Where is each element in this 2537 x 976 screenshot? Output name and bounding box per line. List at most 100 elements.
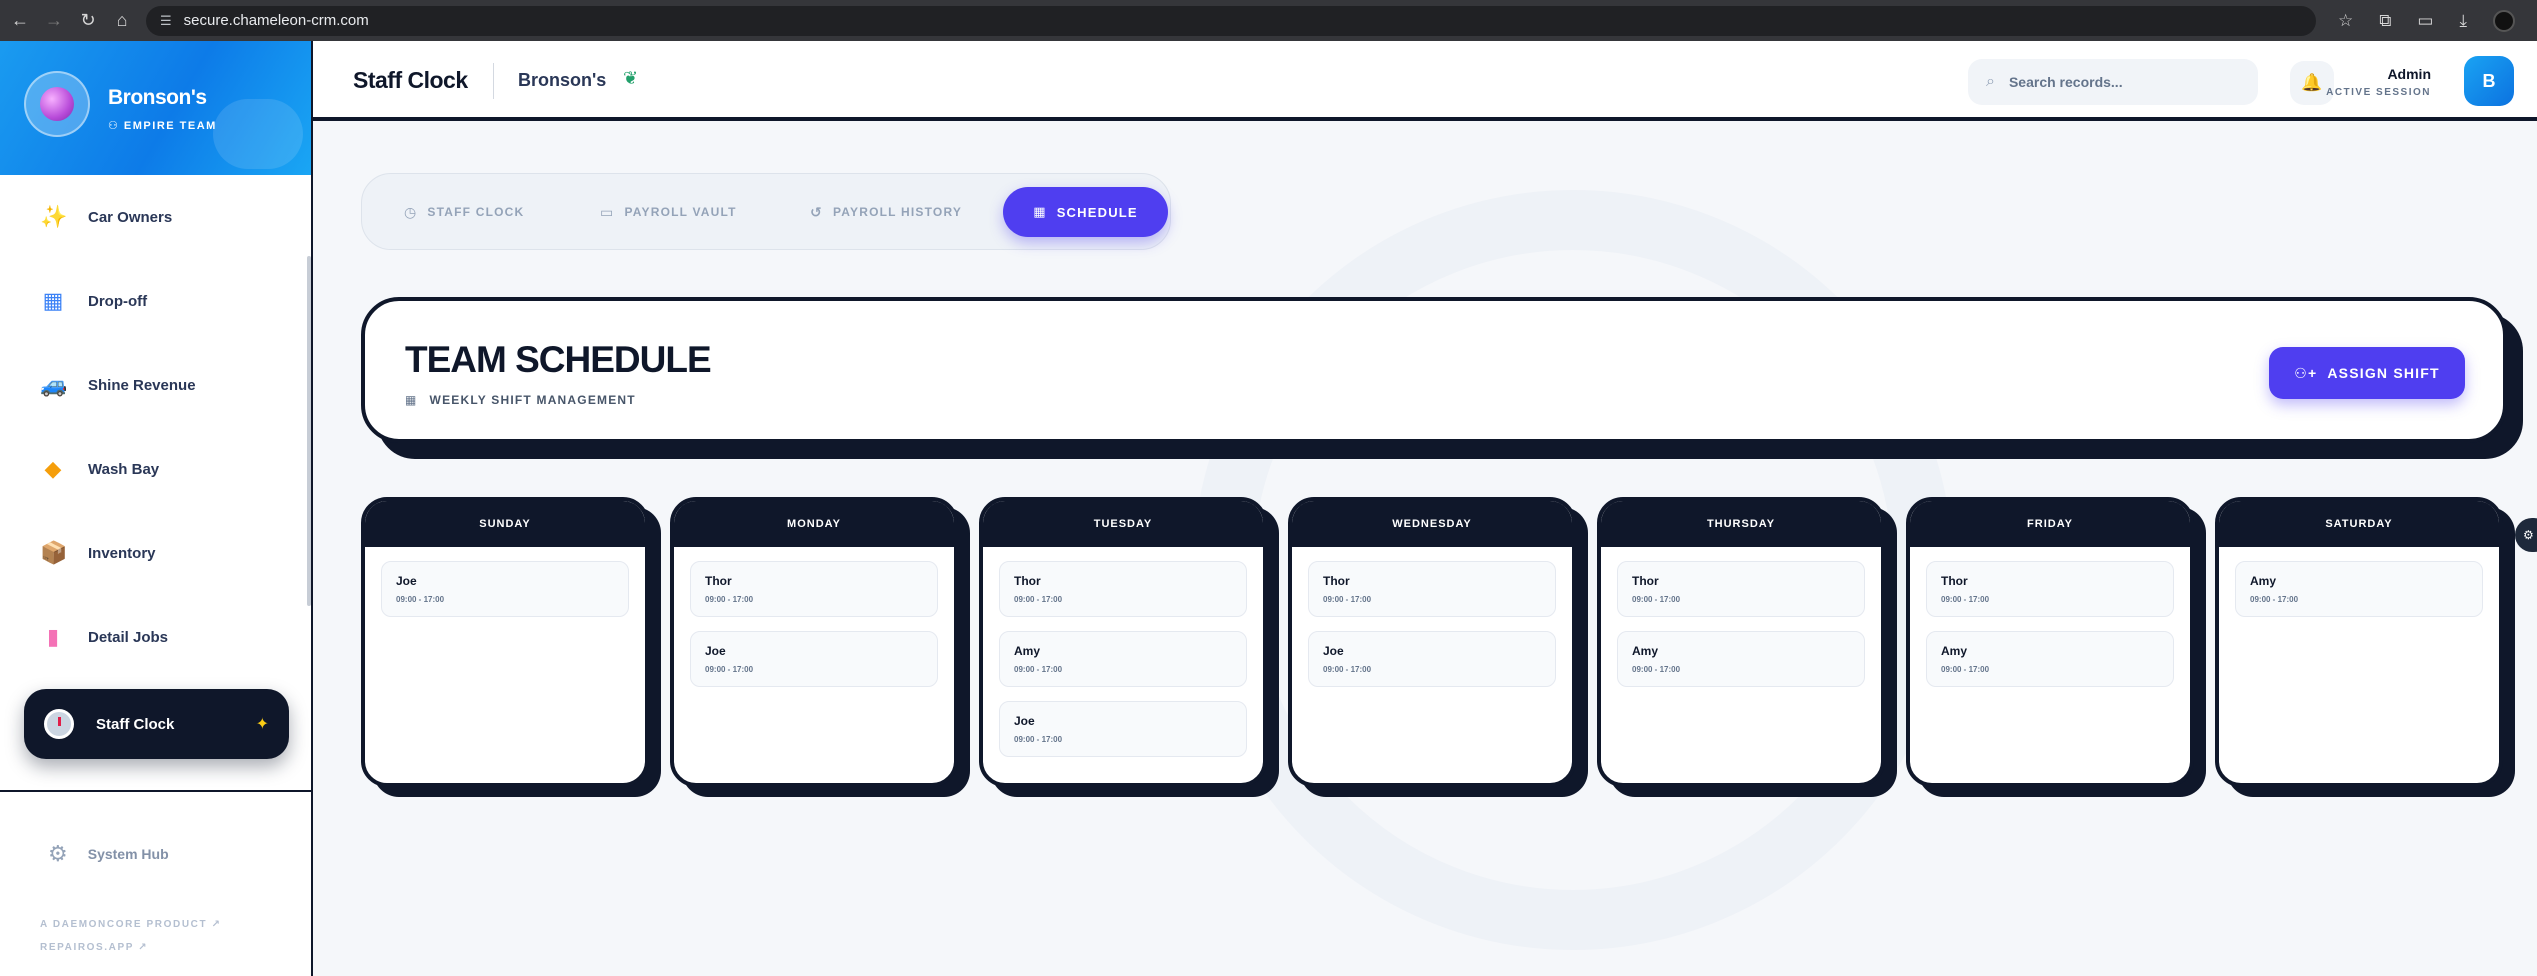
sidebar-item-label: Wash Bay (88, 460, 160, 478)
day-column-monday: MONDAY Thor 09:00 - 17:00 Joe 09:00 - 17… (670, 497, 958, 787)
home-icon[interactable]: ⌂ (108, 7, 136, 35)
shift-staff-name: Thor (1941, 574, 1968, 588)
shift-staff-name: Amy (1941, 644, 1968, 658)
schedule-subtitle: ▦ WEEKLY SHIFT MANAGEMENT (405, 393, 636, 407)
clock-icon (44, 709, 74, 739)
day-column-thursday: THURSDAY Thor 09:00 - 17:00 Amy 09:00 - … (1597, 497, 1885, 787)
downloads-icon[interactable]: ⤓ (2459, 11, 2467, 31)
sidebar-item-detail-jobs[interactable]: ▮ Detail Jobs (0, 595, 311, 679)
shift-card[interactable]: Amy 09:00 - 17:00 (2235, 561, 2483, 617)
bookmark-star-icon[interactable]: ☆ (2338, 11, 2353, 31)
profile-avatar[interactable] (2493, 9, 2515, 32)
avatar[interactable]: B (2464, 56, 2514, 106)
settings-toggle-icon[interactable]: ⚙ (2515, 518, 2537, 552)
shift-card[interactable]: Joe 09:00 - 17:00 (381, 561, 629, 617)
box-icon: 📦 (40, 540, 68, 565)
external-link-icon: ↗ (211, 919, 222, 930)
sidebar-item-label: Shine Revenue (88, 376, 196, 394)
extensions-icon[interactable]: ⧉ (2379, 11, 2391, 31)
shift-time: 09:00 - 17:00 (1014, 735, 1063, 744)
shift-card[interactable]: Joe 09:00 - 17:00 (999, 701, 1247, 757)
shift-time: 09:00 - 17:00 (1941, 665, 1990, 674)
brand-logo (24, 71, 90, 137)
sparkle-icon: ✦ (255, 716, 269, 733)
sidebar-nav: ✨ Car Owners ▦ Drop-off 🚙 Shine Revenue … (0, 175, 311, 679)
search-box[interactable]: ⌕ (1968, 59, 2258, 105)
day-header: THURSDAY (1601, 501, 1881, 547)
footer-app-link[interactable]: REPAIROS.APP ↗ (40, 942, 148, 953)
brand-panel: Bronson's ⚇ EMPIRE TEAM (0, 41, 311, 175)
shift-card[interactable]: Thor 09:00 - 17:00 (690, 561, 938, 617)
user-name: Admin (2387, 66, 2431, 82)
brand-cloud-decoration (213, 99, 303, 169)
shift-card[interactable]: Amy 09:00 - 17:00 (1617, 631, 1865, 687)
shift-card[interactable]: Thor 09:00 - 17:00 (1308, 561, 1556, 617)
footer-product-link[interactable]: A DAEMONCORE PRODUCT ↗ (40, 919, 222, 930)
forward-icon[interactable]: → (40, 7, 68, 35)
reload-icon[interactable]: ↻ (74, 7, 102, 35)
shift-staff-name: Joe (705, 644, 726, 658)
shift-staff-name: Joe (396, 574, 417, 588)
day-column-tuesday: TUESDAY Thor 09:00 - 17:00 Amy 09:00 - 1… (979, 497, 1267, 787)
system-hub-button[interactable]: ⚙ System Hub (48, 841, 169, 867)
day-header: MONDAY (674, 501, 954, 547)
day-header: SATURDAY (2219, 501, 2499, 547)
shift-time: 09:00 - 17:00 (1632, 665, 1681, 674)
sidebar-item-wash-bay[interactable]: ◆ Wash Bay (0, 427, 311, 511)
team-icon: ⚇ (108, 120, 124, 132)
browser-toolbar: ← → ↻ ⌂ ☰ secure.chameleon-crm.com ☆ ⧉ ▭… (0, 0, 2537, 41)
day-header: WEDNESDAY (1292, 501, 1572, 547)
sidebar-scrollbar[interactable] (307, 256, 311, 606)
tab-schedule[interactable]: ▦ SCHEDULE (1003, 187, 1168, 237)
shift-card[interactable]: Amy 09:00 - 17:00 (1926, 631, 2174, 687)
top-header: Staff Clock Bronson's ❦ ⌕ 🔔 Admin ACTIVE… (313, 41, 2537, 121)
history-icon: ↺ (810, 203, 823, 220)
shift-time: 09:00 - 17:00 (2250, 595, 2299, 604)
shift-time: 09:00 - 17:00 (396, 595, 445, 604)
shift-staff-name: Amy (2250, 574, 2277, 588)
shift-card[interactable]: Joe 09:00 - 17:00 (1308, 631, 1556, 687)
sidebar-item-label: Car Owners (88, 208, 173, 226)
site-settings-icon[interactable]: ☰ (160, 13, 172, 29)
url-text: secure.chameleon-crm.com (183, 12, 369, 29)
address-bar[interactable]: ☰ secure.chameleon-crm.com (146, 5, 2316, 36)
tab-payroll-history[interactable]: ↺ PAYROLL HISTORY (810, 188, 962, 236)
shift-staff-name: Joe (1014, 714, 1035, 728)
tab-search-icon[interactable]: ▭ (2417, 11, 2433, 31)
shift-staff-name: Amy (1632, 644, 1659, 658)
search-input[interactable] (2008, 74, 2229, 90)
tab-bar: ◷ STAFF CLOCK ▭ PAYROLL VAULT ↺ PAYROLL HIS… (361, 173, 1171, 250)
shift-time: 09:00 - 17:00 (705, 665, 754, 674)
leaf-icon: ❦ (623, 68, 639, 88)
bell-icon[interactable]: 🔔 (2290, 61, 2334, 105)
sidebar-item-inventory[interactable]: 📦 Inventory (0, 511, 311, 595)
back-icon[interactable]: ← (6, 7, 34, 35)
header-divider (493, 63, 494, 99)
shift-time: 09:00 - 17:00 (705, 595, 754, 604)
sidebar-item-label: Drop-off (88, 292, 148, 310)
shift-card[interactable]: Amy 09:00 - 17:00 (999, 631, 1247, 687)
shift-staff-name: Thor (1323, 574, 1350, 588)
day-column-wednesday: WEDNESDAY Thor 09:00 - 17:00 Joe 09:00 -… (1288, 497, 1576, 787)
sidebar-item-drop-off[interactable]: ▦ Drop-off (0, 259, 311, 343)
shift-card[interactable]: Joe 09:00 - 17:00 (690, 631, 938, 687)
sidebar-item-staff-clock[interactable]: Staff Clock ✦ (24, 689, 289, 759)
brand-name: Bronson's (108, 86, 207, 109)
external-link-icon: ↗ (138, 942, 149, 953)
shift-time: 09:00 - 17:00 (1014, 595, 1063, 604)
tab-staff-clock[interactable]: ◷ STAFF CLOCK (404, 188, 524, 236)
schedule-title: TEAM SCHEDULE (405, 339, 712, 380)
shift-card[interactable]: Thor 09:00 - 17:00 (999, 561, 1247, 617)
assign-shift-button[interactable]: ⚇+ ASSIGN SHIFT (2269, 347, 2465, 399)
shift-card[interactable]: Thor 09:00 - 17:00 (1617, 561, 1865, 617)
day-header: FRIDAY (1910, 501, 2190, 547)
sidebar-item-label: Inventory (88, 544, 156, 562)
schedule-header-card: TEAM SCHEDULE ▦ WEEKLY SHIFT MANAGEMENT ⚇… (361, 297, 2507, 443)
sidebar-item-car-owners[interactable]: ✨ Car Owners (0, 175, 311, 259)
calendar-icon: ▦ (1033, 204, 1047, 219)
search-icon: ⌕ (1986, 73, 1995, 90)
day-column-friday: FRIDAY Thor 09:00 - 17:00 Amy 09:00 - 17… (1906, 497, 2194, 787)
sidebar-item-shine-revenue[interactable]: 🚙 Shine Revenue (0, 343, 311, 427)
shift-card[interactable]: Thor 09:00 - 17:00 (1926, 561, 2174, 617)
tab-payroll-vault[interactable]: ▭ PAYROLL VAULT (600, 188, 737, 236)
